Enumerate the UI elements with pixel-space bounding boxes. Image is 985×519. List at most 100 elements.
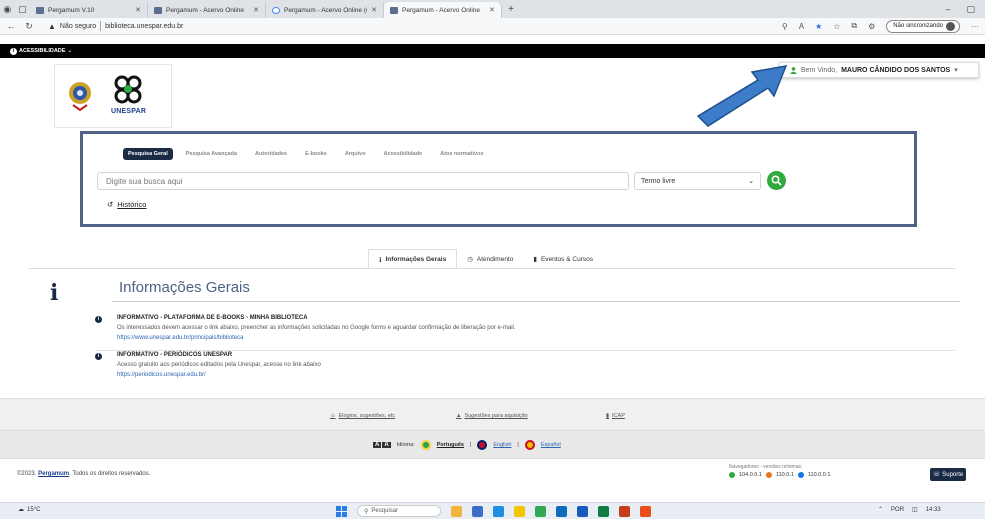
book-icon: ▮ (606, 413, 610, 419)
search-panel: Pesquisa Geral Pesquisa Avançada Autorid… (80, 131, 917, 227)
back-icon[interactable]: ← (6, 21, 16, 31)
copyright-footer: ©2023. Pergamum. Todos os direitos reser… (0, 458, 985, 488)
search-icon: ⚲ (364, 508, 369, 515)
browser-tab-1[interactable]: Pergamum V.10 ✕ (30, 2, 148, 18)
word-icon[interactable] (577, 505, 588, 517)
welcome-prefix: Bem Vindo, (801, 66, 838, 74)
search-input[interactable] (97, 172, 629, 190)
feedback-link[interactable]: ☺ Elogios, sugestões, etc (330, 413, 395, 419)
history-label: Histórico (117, 200, 147, 209)
tab-label: Pergamum - Acervo Online (unic (284, 6, 367, 14)
weather-widget[interactable]: ☁ 15°C (18, 506, 40, 514)
store-icon[interactable] (556, 505, 567, 517)
edge-icon[interactable] (493, 505, 504, 517)
info-tabs: ℹ Informações Gerais ◷ Atendimento ▮ Eve… (368, 249, 603, 269)
firefox-icon (765, 472, 772, 478)
news-item: i INFORMATIVO - PERIÓDICOS UNESPAR Acess… (95, 352, 955, 386)
task-view-icon[interactable] (472, 505, 483, 517)
tab-atendimento[interactable]: ◷ Atendimento (457, 249, 523, 269)
annotation-arrow-icon (696, 65, 788, 127)
chat-icon: ☏ (932, 472, 941, 478)
link-label: Sugestões para aquisição (464, 413, 528, 419)
clock-icon: ◷ (467, 256, 473, 263)
favorite-star-icon[interactable]: ★ (815, 22, 822, 31)
tab-autoridades[interactable]: Autoridades (250, 148, 292, 160)
pergamum-link[interactable]: Pergamum (38, 471, 69, 477)
copyright-prefix: ©2023. (17, 471, 37, 477)
profile-icon[interactable]: ◉ (3, 4, 11, 15)
unespar-logo-icon (114, 75, 142, 104)
taskbar-apps: ⚲ Pesquisar (336, 504, 651, 518)
tab-ebooks[interactable]: E-books (300, 148, 332, 160)
chevron-up-icon[interactable]: ⌃ (878, 506, 883, 513)
link-label: ICAP (612, 413, 625, 419)
close-icon[interactable]: ✕ (135, 6, 141, 14)
refresh-icon[interactable]: ↻ (24, 21, 34, 32)
more-icon[interactable]: ··· (971, 22, 979, 31)
excel-icon[interactable] (598, 505, 609, 517)
taskbar-search[interactable]: ⚲ Pesquisar (357, 505, 441, 517)
browser-tab-3[interactable]: Pergamum - Acervo Online (unic ✕ (266, 2, 384, 18)
user-menu[interactable]: Bem Vindo, MAURO CÂNDIDO DOS SANTOS ▾ (779, 62, 979, 78)
news-heading: INFORMATIVO - PLATAFORMA DE E-BOOKS - MI… (117, 315, 308, 321)
language-portuguese[interactable]: Português (437, 442, 464, 448)
explorer-icon[interactable] (514, 505, 525, 517)
accessibility-bar[interactable]: i ACESSIBILIDADE ⌄ (0, 44, 985, 58)
windows-start-icon[interactable] (336, 505, 347, 517)
wifi-icon[interactable]: ◫ (912, 506, 918, 513)
divider (28, 268, 956, 269)
url-field[interactable]: ▲ Não seguro biblioteca.unespar.edu.br (48, 21, 183, 31)
chrome-icon[interactable] (535, 505, 546, 517)
pergamum-favicon-icon (154, 6, 162, 14)
key-icon[interactable]: ⚲ (782, 22, 788, 31)
font-size-icon[interactable]: AA (373, 442, 391, 448)
news-heading: INFORMATIVO - PERIÓDICOS UNESPAR (117, 352, 233, 358)
support-button[interactable]: ☏ Suporte (930, 468, 966, 481)
tab-arquivo[interactable]: Arquivo (340, 148, 371, 160)
search-button[interactable] (767, 171, 786, 190)
language-spanish[interactable]: Español (541, 442, 561, 448)
browser-tab-2[interactable]: Pergamum - Acervo Online ✕ (148, 2, 266, 18)
clock[interactable]: 14:33 (926, 507, 941, 513)
acquisition-link[interactable]: ▲ Sugestões para aquisição (456, 413, 528, 419)
tab-pesquisa-avancada[interactable]: Pesquisa Avançada (181, 148, 242, 160)
logo[interactable]: UNESPAR (54, 64, 172, 128)
minimize-icon[interactable]: – (945, 0, 950, 18)
caret-down-icon: ▾ (954, 67, 958, 74)
app-icon[interactable] (640, 505, 651, 517)
tab-informacoes-gerais[interactable]: ℹ Informações Gerais (368, 249, 458, 269)
close-icon[interactable]: ✕ (371, 6, 377, 14)
windows-taskbar: ☁ 15°C ⚲ Pesquisar ⌃ POR ◫ 14:33 (0, 502, 985, 519)
sync-button[interactable]: Não sincronizando (886, 19, 960, 33)
extensions-icon[interactable]: ⚙ (868, 22, 875, 31)
favorites-icon[interactable]: ☆ (833, 22, 840, 31)
close-icon[interactable]: ✕ (489, 6, 495, 14)
info-icon: ℹ (379, 256, 382, 264)
search-type-select[interactable]: Termo livre ⌄ (634, 172, 761, 190)
read-aloud-icon[interactable]: A (799, 22, 804, 31)
news-link[interactable]: https://periodicos.unespar.edu.br/ (117, 372, 206, 378)
maximize-icon[interactable]: ▢ (966, 0, 975, 18)
input-language[interactable]: POR (891, 507, 904, 513)
tab-atos-normativos[interactable]: Atos normativos (435, 148, 488, 160)
icap-link[interactable]: ▮ ICAP (606, 413, 625, 419)
tab-actions-icon[interactable]: ▢ (18, 4, 27, 15)
close-icon[interactable]: ✕ (253, 6, 259, 14)
collections-icon[interactable]: ⧉ (851, 21, 857, 31)
address-bar-actions: ⚲ A ★ ☆ ⧉ ⚙ Não sincronizando ··· (782, 19, 979, 33)
widgets-icon[interactable] (451, 505, 462, 517)
section-title: Informações Gerais (119, 279, 250, 296)
history-link[interactable]: ↺ Histórico (107, 200, 146, 209)
tab-pesquisa-geral[interactable]: Pesquisa Geral (123, 148, 173, 160)
tab-label: Eventos & Cursos (540, 255, 593, 263)
language-selector: AA Idioma: Português | English | Español (373, 440, 561, 450)
tab-acessibilidade[interactable]: Acessibilidade (379, 148, 428, 160)
tab-eventos-cursos[interactable]: ▮ Eventos & Cursos (523, 249, 603, 269)
info-icon: i (95, 353, 102, 360)
browser-tab-4-active[interactable]: Pergamum - Acervo Online ✕ (384, 2, 502, 18)
search-tabs: Pesquisa Geral Pesquisa Avançada Autorid… (123, 148, 489, 160)
new-tab-button[interactable]: + (502, 2, 520, 18)
news-link[interactable]: https://www.unespar.edu.br/principais/bi… (117, 335, 243, 341)
language-english[interactable]: English (493, 442, 511, 448)
powerpoint-icon[interactable] (619, 505, 630, 517)
